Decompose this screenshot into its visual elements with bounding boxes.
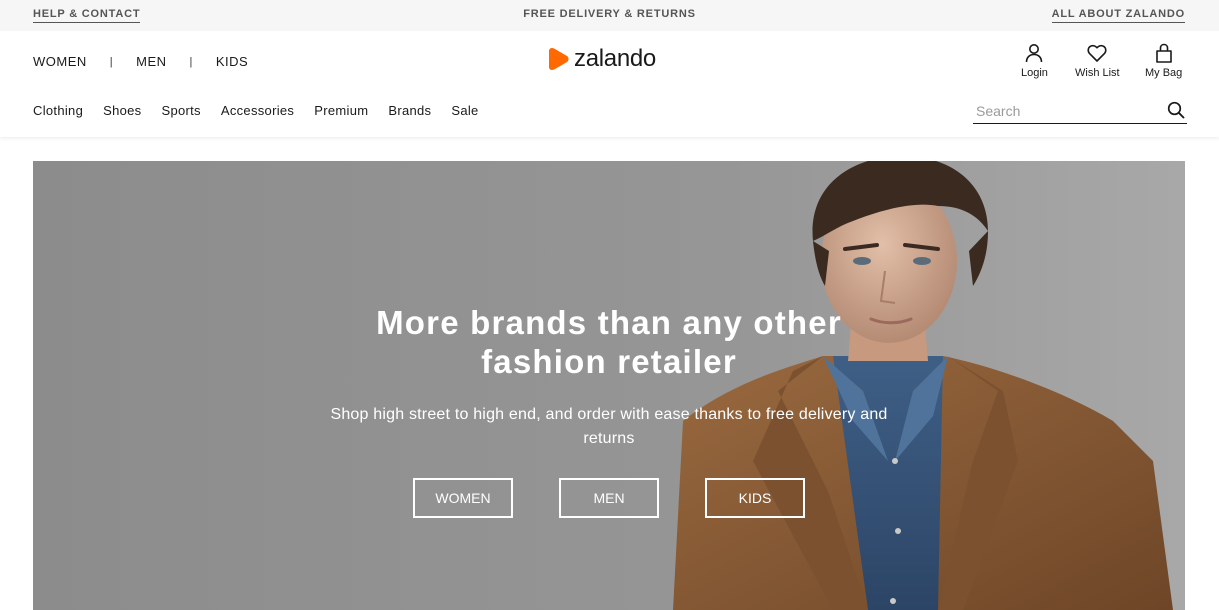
shopping-bag-icon [1155, 43, 1172, 63]
bag-label: My Bag [1145, 67, 1183, 79]
nav-separator: | [189, 55, 193, 68]
hero-subtitle-line-2: returns [583, 430, 635, 447]
category-clothing[interactable]: Clothing [33, 103, 83, 118]
gender-nav-kids[interactable]: KIDS [216, 54, 248, 69]
hero-title-line-2: fashion retailer [481, 343, 737, 380]
search-input[interactable] [976, 103, 1156, 119]
hero-women-button[interactable]: WOMEN [413, 478, 513, 518]
logo-wordmark: zalando [574, 45, 656, 72]
zalando-logo-icon [549, 48, 569, 70]
search-icon[interactable] [1167, 101, 1185, 119]
bag-button[interactable]: My Bag [1145, 43, 1182, 79]
hero-subtitle-line-1: Shop high street to high end, and order … [330, 406, 888, 423]
category-sports[interactable]: Sports [161, 103, 200, 118]
hero-cta-group: WOMEN MEN KIDS [413, 478, 851, 518]
free-delivery-link[interactable]: FREE DELIVERY & RETURNS [0, 8, 1219, 20]
category-accessories[interactable]: Accessories [221, 103, 294, 118]
category-nav: Clothing Shoes Sports Accessories Premiu… [33, 103, 499, 118]
about-zalando-link[interactable]: ALL ABOUT ZALANDO [1051, 8, 1185, 23]
login-label: Login [1021, 67, 1048, 79]
login-button[interactable]: Login [1021, 43, 1048, 79]
search-bar [973, 99, 1187, 124]
hero-title-line-1: More brands than any other [376, 304, 842, 341]
category-shoes[interactable]: Shoes [103, 103, 141, 118]
zalando-logo[interactable]: zalando [548, 45, 656, 73]
user-icon [1026, 44, 1043, 63]
category-sale[interactable]: Sale [451, 103, 478, 118]
category-brands[interactable]: Brands [388, 103, 431, 118]
hero-subtitle: Shop high street to high end, and order … [309, 403, 909, 451]
hero-men-button[interactable]: MEN [559, 478, 659, 518]
hero-title: More brands than any other fashion retai… [309, 303, 909, 381]
gender-nav: WOMEN | MEN | KIDS [33, 54, 248, 69]
site-header: WOMEN | MEN | KIDS zalando Login Wish Li… [0, 31, 1219, 137]
category-premium[interactable]: Premium [314, 103, 368, 118]
gender-nav-women[interactable]: WOMEN [33, 54, 87, 69]
nav-separator: | [109, 55, 114, 68]
wishlist-button[interactable]: Wish List [1075, 43, 1120, 79]
wishlist-label: Wish List [1075, 67, 1120, 79]
heart-icon [1087, 44, 1107, 62]
hero-content: More brands than any other fashion retai… [33, 161, 1185, 610]
gender-nav-men[interactable]: MEN [136, 54, 166, 69]
hero-banner: More brands than any other fashion retai… [33, 161, 1185, 610]
top-utility-bar: HELP & CONTACT FREE DELIVERY & RETURNS A… [0, 0, 1219, 31]
hero-kids-button[interactable]: KIDS [705, 478, 805, 518]
